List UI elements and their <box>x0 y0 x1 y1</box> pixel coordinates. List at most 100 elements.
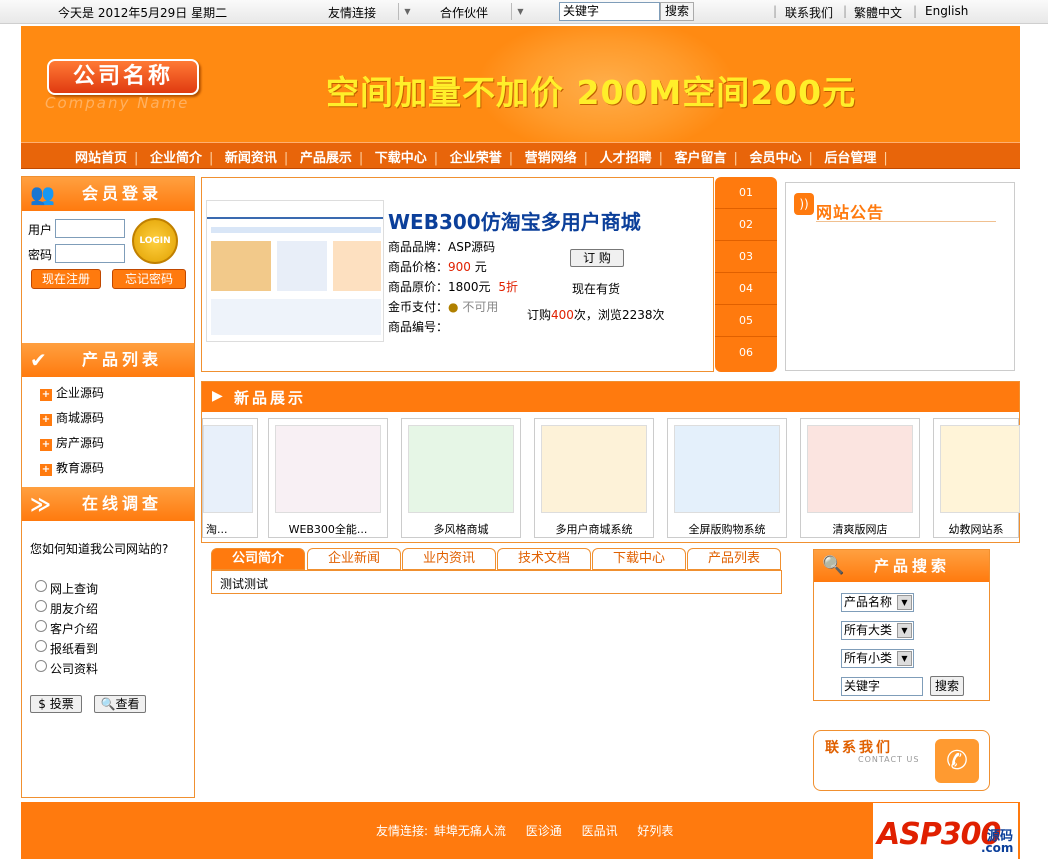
username-input[interactable] <box>55 219 125 238</box>
search-button[interactable]: 搜索 <box>660 2 694 21</box>
list-item[interactable]: + 房产源码 <box>40 434 104 451</box>
product-thumb[interactable]: 多风格商城 <box>401 418 521 538</box>
radio-option[interactable] <box>35 660 47 672</box>
friend-links-select[interactable]: 友情连接 <box>328 4 376 21</box>
product-thumb[interactable]: 全屏版购物系统 <box>667 418 787 538</box>
tab-company-intro[interactable]: 公司简介 <box>211 548 305 570</box>
product-thumb[interactable]: 淘... <box>202 418 258 538</box>
divider: | <box>843 4 848 18</box>
view-results-button[interactable]: 🔍查看 <box>94 695 146 713</box>
list-item[interactable]: + 企业源码 <box>40 384 104 401</box>
login-button[interactable]: LOGIN <box>132 218 178 264</box>
tab-industry-news[interactable]: 业内资讯 <box>402 548 496 570</box>
category-select-value: 所有大类 <box>844 623 893 637</box>
survey-question: 您如何知道我公司网站的? <box>30 542 169 556</box>
radio-option[interactable] <box>35 620 47 632</box>
featured-title[interactable]: WEB300仿淘宝多用户商城 <box>388 206 641 235</box>
product-thumb[interactable]: WEB300全能... <box>268 418 388 538</box>
featured-product: WEB300仿淘宝多用户商城 商品品牌：ASP源码 商品价格：900 元 商品原… <box>201 177 714 372</box>
radio-option[interactable] <box>35 600 47 612</box>
brand-value: ASP源码 <box>448 240 496 254</box>
product-caption[interactable]: 全屏版购物系统 <box>668 521 786 537</box>
chevron-down-icon[interactable]: ▼ <box>511 3 529 20</box>
nav-item-about[interactable]: 企业简介 <box>150 147 202 166</box>
tab-downloads[interactable]: 下载中心 <box>592 548 686 570</box>
product-caption[interactable]: 清爽版网店 <box>801 521 919 537</box>
featured-pager: 01 02 03 04 05 06 <box>715 177 777 372</box>
featured-product-image[interactable] <box>206 200 384 342</box>
pager-tab[interactable]: 04 <box>715 273 777 305</box>
product-thumb[interactable]: 幼教网站系 <box>933 418 1020 538</box>
pager-tab[interactable]: 06 <box>715 337 777 369</box>
english-link[interactable]: English <box>925 4 968 18</box>
tab-company-news[interactable]: 企业新闻 <box>307 548 401 570</box>
pager-tab[interactable]: 05 <box>715 305 777 337</box>
nav-item-guestbook[interactable]: 客户留言 <box>675 147 727 166</box>
chevron-down-icon: ▼ <box>897 623 912 638</box>
product-thumb[interactable]: 多用户商城系统 <box>534 418 654 538</box>
members-icon: 👥 <box>30 182 59 206</box>
traditional-chinese-link[interactable]: 繁體中文 <box>854 4 902 21</box>
nav-item-products[interactable]: 产品展示 <box>300 147 352 166</box>
nav-item-admin[interactable]: 后台管理 <box>824 147 876 166</box>
nav-item-news[interactable]: 新闻资讯 <box>225 147 277 166</box>
product-keyword-input[interactable]: 关键字 <box>841 677 923 696</box>
original-price-row: 商品原价：1800元 5折 <box>388 278 518 295</box>
product-image[interactable] <box>203 425 253 513</box>
product-caption[interactable]: 多用户商城系统 <box>535 521 653 537</box>
product-caption[interactable]: 幼教网站系 <box>934 521 1018 537</box>
logo[interactable]: 公司名称 <box>47 59 199 95</box>
tab-product-list[interactable]: 产品列表 <box>687 548 781 570</box>
product-caption[interactable]: 多风格商城 <box>402 521 520 537</box>
product-image[interactable] <box>541 425 647 513</box>
plus-icon: + <box>40 439 52 451</box>
product-list-title: 产品列表 <box>82 350 163 369</box>
order-count: 400 <box>551 308 574 322</box>
play-arrow-icon: ▶ <box>212 388 223 404</box>
pager-tab[interactable]: 02 <box>715 209 777 241</box>
header-banner: 公司名称 Company Name 空间加量不加价 200M空间200元 <box>21 26 1020 142</box>
contact-link[interactable]: 联系我们 <box>785 4 833 21</box>
product-image[interactable] <box>807 425 913 513</box>
category-select[interactable]: 所有大类 ▼ <box>841 621 914 640</box>
field-select[interactable]: 产品名称 ▼ <box>841 593 914 612</box>
footer-link[interactable]: 医品讯 <box>582 824 618 838</box>
product-caption[interactable]: 淘... <box>203 521 257 537</box>
nav-item-home[interactable]: 网站首页 <box>75 147 127 166</box>
product-image[interactable] <box>408 425 514 513</box>
partners-select[interactable]: 合作伙伴 <box>440 4 488 21</box>
subcategory-select[interactable]: 所有小类 ▼ <box>841 649 914 668</box>
nav-item-network[interactable]: 营销网络 <box>525 147 577 166</box>
product-search-button[interactable]: 搜索 <box>930 676 964 696</box>
list-item[interactable]: + 商城源码 <box>40 409 104 426</box>
vote-button[interactable]: $ 投票 <box>30 695 82 713</box>
radio-option[interactable] <box>35 640 47 652</box>
nav-item-downloads[interactable]: 下载中心 <box>375 147 427 166</box>
product-image[interactable] <box>674 425 780 513</box>
list-item[interactable]: + 教育源码 <box>40 459 104 476</box>
nav-item-members[interactable]: 会员中心 <box>749 147 801 166</box>
footer-link[interactable]: 好列表 <box>637 824 673 838</box>
chevron-down-icon[interactable]: ▼ <box>398 3 416 20</box>
product-image[interactable] <box>275 425 381 513</box>
nav-item-jobs[interactable]: 人才招聘 <box>600 147 652 166</box>
footer-link[interactable]: 蚌埠无痛人流 <box>434 824 506 838</box>
product-image[interactable] <box>940 425 1020 513</box>
pager-tab[interactable]: 01 <box>715 177 777 209</box>
password-input[interactable] <box>55 244 125 263</box>
product-thumb[interactable]: 清爽版网店 <box>800 418 920 538</box>
tab-tech-docs[interactable]: 技术文档 <box>497 548 591 570</box>
nav-item-honors[interactable]: 企业荣誉 <box>450 147 502 166</box>
product-caption[interactable]: WEB300全能... <box>269 521 387 537</box>
register-button[interactable]: 现在注册 <box>31 269 101 289</box>
tab-content: 测试测试 <box>211 570 782 594</box>
pager-tab[interactable]: 03 <box>715 241 777 273</box>
stats-middle: 次，浏览 <box>573 308 622 322</box>
forgot-password-button[interactable]: 忘记密码 <box>112 269 186 289</box>
footer-link[interactable]: 医诊通 <box>526 824 562 838</box>
keyword-input[interactable]: 关键字 <box>559 2 660 21</box>
radio-option[interactable] <box>35 580 47 592</box>
order-button[interactable]: 订 购 <box>570 249 624 267</box>
banner-slogan: 空间加量不加价 200M空间200元 <box>326 73 857 112</box>
contact-box[interactable]: 联系我们 CONTACT US ✆ <box>813 730 990 791</box>
